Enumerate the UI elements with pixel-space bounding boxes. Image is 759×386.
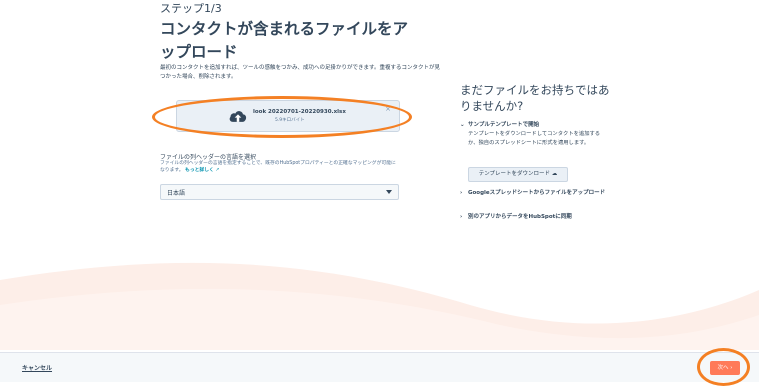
caret-down-icon: [386, 190, 392, 194]
remove-file-close-icon[interactable]: ×: [385, 105, 391, 113]
header-language-select[interactable]: 日本語: [160, 184, 399, 200]
external-link-icon: ↗: [215, 168, 220, 173]
learn-more-link[interactable]: もっと詳しく: [185, 168, 214, 173]
uploaded-file-size: 5.9キロバイト: [275, 118, 305, 123]
chevron-right-icon: ›: [730, 365, 733, 371]
sync-apps-toggle[interactable]: › 別のアプリからデータをHubSpotに同期: [460, 212, 572, 220]
google-sheets-toggle[interactable]: › Googleスプレッドシートからファイルをアップロード: [460, 189, 610, 198]
next-button[interactable]: 次へ ›: [710, 361, 740, 375]
download-template-button[interactable]: テンプレートをダウンロード ☁: [468, 167, 568, 182]
cloud-upload-icon: [229, 111, 247, 122]
sample-template-description: テンプレートをダウンロードしてコンタクトを追加するか、独自のスプレッドシートに形…: [468, 131, 601, 146]
sample-template-label: サンプルテンプレートで開始: [468, 122, 540, 128]
cloud-download-icon: ☁: [551, 171, 558, 177]
sample-template-toggle[interactable]: ⌄ サンプルテンプレートで開始: [460, 120, 539, 128]
download-template-label: テンプレートをダウンロード: [478, 171, 551, 177]
step-indicator: ステップ1/3: [160, 2, 222, 15]
chevron-right-icon: ›: [460, 190, 463, 196]
background-wave: [0, 262, 759, 350]
sync-apps-label: 別のアプリからデータをHubSpotに同期: [468, 214, 572, 220]
footer-bar: キャンセル 次へ ›: [0, 352, 759, 382]
uploaded-file-name: look 20220701-20220930.xlsx: [253, 109, 346, 115]
cancel-button[interactable]: キャンセル: [22, 363, 52, 372]
header-language-selected: 日本語: [167, 190, 186, 197]
header-language-help: ファイルの列ヘッダーの言語を指定することで、既存のHubSpotプロパティーとの…: [160, 160, 400, 174]
page-description: 最初のコンタクトを追加すれば、ツールの感触をつかみ、成功への足掛かりができます。…: [160, 65, 440, 80]
chevron-right-icon: ›: [460, 214, 463, 220]
next-button-label: 次へ: [717, 365, 729, 371]
page-title: コンタクトが含まれるファイルをアップロード: [160, 20, 409, 61]
google-sheets-label: Googleスプレッドシートからファイルをアップロード: [468, 190, 606, 196]
chevron-down-icon: ⌄: [460, 122, 465, 128]
uploaded-file-box[interactable]: look 20220701-20220930.xlsx 5.9キロバイト ×: [176, 100, 400, 132]
sidebar-title: まだファイルをお持ちではありませんか?: [460, 83, 610, 113]
